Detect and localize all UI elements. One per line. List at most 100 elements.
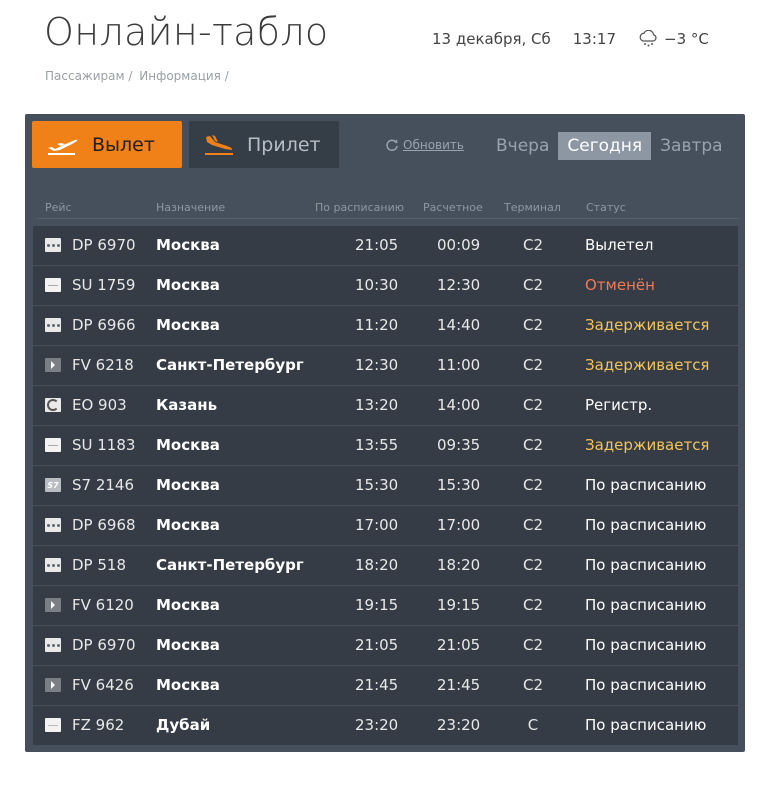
snow-cloud-icon (639, 30, 657, 47)
tab-today[interactable]: Сегодня (558, 132, 652, 160)
scheduled-time: 13:20 (355, 396, 399, 414)
destination: Москва (156, 676, 220, 694)
page-title: Онлайн-табло (44, 10, 329, 54)
destination: Москва (156, 636, 220, 654)
departures-label: Вылет (92, 133, 155, 156)
breadcrumb: Пассажирам / Информация / (45, 69, 232, 83)
status: Отменён (585, 276, 655, 294)
arrivals-button[interactable]: Прилет (189, 121, 339, 168)
scheduled-time: 11:20 (355, 316, 399, 334)
terminal: C2 (522, 236, 544, 254)
table-row[interactable]: S7 S7 2146 Москва 15:30 15:30 C2 По расписанию (33, 466, 738, 505)
header-info: 13 декабря, Сб 13:17 −3 °C (432, 30, 709, 48)
flight-board: Вылет Прилет Обновить Вчера Сегодня Завт… (25, 114, 745, 752)
flight-number: FV 6218 (72, 356, 134, 374)
table-row[interactable]: DP 6966 Москва 11:20 14:40 C2 Задерживается (33, 306, 738, 345)
status: Вылетел (585, 236, 654, 254)
terminal: C2 (522, 316, 544, 334)
table-row[interactable]: FV 6218 Санкт-Петербург 12:30 11:00 C2 Задерж… (33, 346, 738, 385)
status: По расписанию (585, 556, 707, 574)
tab-tomorrow[interactable]: Завтра (651, 132, 731, 160)
scheduled-time: 21:05 (355, 636, 399, 654)
status: По расписанию (585, 596, 707, 614)
breadcrumb-passengers[interactable]: Пассажирам / (45, 69, 132, 83)
refresh-icon (386, 139, 398, 152)
status: Задерживается (585, 316, 710, 334)
table-row[interactable]: DP 6970 Москва 21:05 21:05 C2 По расписанию (33, 626, 738, 665)
weather: −3 °C (638, 30, 709, 48)
table-row[interactable]: FV 6426 Москва 21:45 21:45 C2 По расписанию (33, 666, 738, 705)
flight-number: DP 518 (72, 556, 126, 574)
scheduled-time: 10:30 (355, 276, 399, 294)
scheduled-time: 17:00 (355, 516, 399, 534)
refresh-button[interactable]: Обновить (385, 138, 464, 152)
destination: Москва (156, 436, 220, 454)
arrivals-label: Прилет (247, 133, 321, 156)
estimated-time: 21:05 (437, 636, 481, 654)
scheduled-time: 23:20 (355, 716, 399, 734)
flight-number: SU 1183 (72, 436, 136, 454)
plane-takeoff-icon (48, 139, 78, 155)
current-time: 13:17 (572, 30, 616, 48)
airline-eo-logo-icon (45, 398, 61, 412)
table-row[interactable]: EO 903Казань13:2014:00C2Регистр. заверше… (33, 386, 738, 453)
destination: Москва (156, 316, 220, 334)
status: По расписанию (585, 476, 707, 494)
scheduled-time: 18:20 (355, 556, 399, 574)
table-row[interactable]: SU 1183 Москва 13:55 09:35 C2 Задерживается (33, 426, 738, 465)
table-row[interactable]: DP 6970 Москва 21:05 00:09 C2 Вылетел (33, 226, 738, 265)
destination: Москва (156, 596, 220, 614)
status: По расписанию (585, 716, 707, 734)
departures-button[interactable]: Вылет (32, 121, 182, 168)
airline-dots-logo-icon (45, 238, 61, 252)
scheduled-time: 19:15 (355, 596, 399, 614)
terminal: C2 (522, 436, 544, 454)
terminal: C2 (522, 676, 544, 694)
flight-number: DP 6970 (72, 636, 136, 654)
scheduled-time: 21:45 (355, 676, 399, 694)
scheduled-time: 12:30 (355, 356, 399, 374)
terminal: C2 (522, 476, 544, 494)
col-terminal: Терминал (504, 201, 561, 214)
table-row[interactable]: FV 6120 Москва 19:15 19:15 C2 По расписанию (33, 586, 738, 625)
flight-number: FV 6120 (72, 596, 134, 614)
terminal: C2 (522, 636, 544, 654)
estimated-time: 11:00 (437, 356, 481, 374)
destination: Казань (156, 396, 218, 414)
status: По расписанию (585, 636, 707, 654)
flight-list: DP 6970 Москва 21:05 00:09 C2 Вылетел SU 1759 М… (33, 226, 738, 746)
airline-dots-logo-icon (45, 318, 61, 332)
terminal: C2 (522, 516, 544, 534)
day-tabs: Вчера Сегодня Завтра (487, 132, 732, 160)
estimated-time: 23:20 (437, 716, 481, 734)
current-date: 13 декабря, Сб (432, 30, 551, 48)
table-row[interactable]: DP 518 Санкт-Петербург 18:20 18:20 C2 По расп… (33, 546, 738, 585)
estimated-time: 19:15 (437, 596, 481, 614)
destination: Дубай (156, 716, 211, 734)
flight-number: DP 6966 (72, 316, 136, 334)
status: По расписанию (585, 516, 707, 534)
scheduled-time: 15:30 (355, 476, 399, 494)
airline-fv-logo-icon (45, 598, 61, 612)
terminal: C2 (522, 396, 544, 414)
airline-su-logo-icon (45, 438, 61, 452)
flight-number: FV 6426 (72, 676, 134, 694)
airline-dots-logo-icon (45, 638, 61, 652)
breadcrumb-information[interactable]: Информация / (139, 69, 229, 83)
scheduled-time: 13:55 (355, 436, 399, 454)
terminal: C2 (522, 356, 544, 374)
table-row[interactable]: SU 1759 Москва 10:30 12:30 C2 Отменён (33, 266, 738, 305)
airline-fv-logo-icon (45, 358, 61, 372)
destination: Санкт-Петербург (156, 556, 304, 574)
estimated-time: 12:30 (437, 276, 481, 294)
airline-dots-logo-icon (45, 518, 61, 532)
airline-dots-logo-icon (45, 558, 61, 572)
table-row[interactable]: FZ 962 Дубай 23:20 23:20 C По расписанию (33, 706, 738, 745)
tab-yesterday[interactable]: Вчера (487, 132, 558, 160)
terminal: C (527, 716, 539, 734)
header-divider (37, 218, 739, 219)
estimated-time: 14:00 (437, 396, 481, 414)
flight-number: DP 6968 (72, 516, 136, 534)
table-row[interactable]: DP 6968 Москва 17:00 17:00 C2 По расписанию (33, 506, 738, 545)
status: Задерживается (585, 356, 710, 374)
